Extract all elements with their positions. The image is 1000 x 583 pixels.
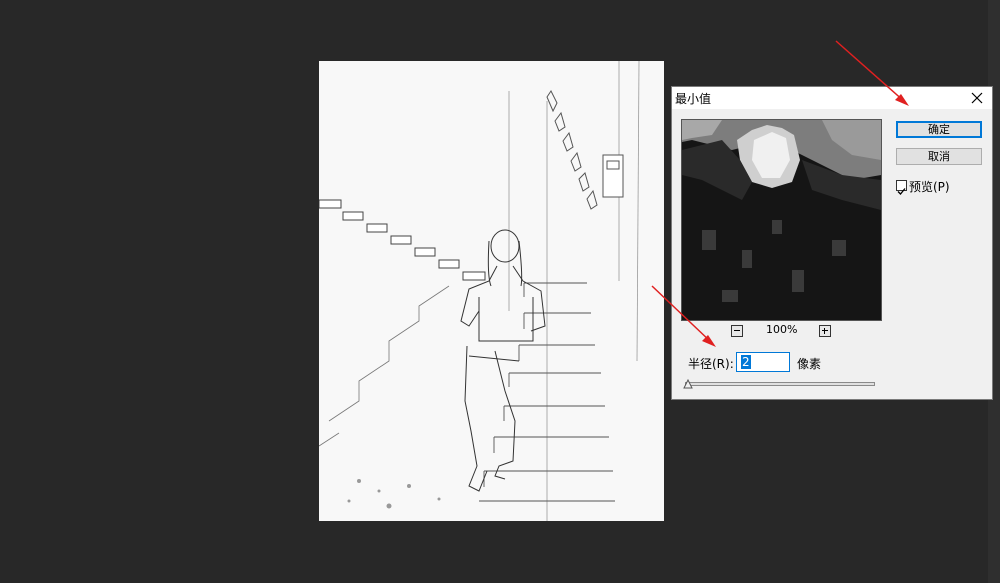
sketch-image (319, 61, 664, 521)
checkbox-box[interactable] (896, 180, 907, 195)
cancel-button[interactable]: 取消 (896, 148, 982, 165)
minimum-filter-dialog: 最小值 100% 确定 取消 预览(P) 半径(R): 2 像素 (671, 86, 993, 400)
close-icon (971, 92, 983, 104)
radius-input[interactable]: 2 (736, 352, 790, 372)
preview-label: 预览(P) (909, 180, 950, 194)
zoom-controls: 100% (672, 323, 892, 339)
unit-label: 像素 (797, 357, 822, 371)
zoom-in-icon[interactable] (819, 325, 831, 337)
ok-button[interactable]: 确定 (896, 121, 982, 138)
zoom-out-icon[interactable] (731, 325, 743, 337)
filter-preview[interactable] (681, 119, 882, 321)
zoom-level: 100% (766, 323, 798, 336)
dialog-titlebar[interactable]: 最小值 (672, 87, 992, 109)
checkmark-icon (897, 188, 906, 195)
slider-thumb-icon[interactable] (683, 379, 693, 389)
radius-slider[interactable] (685, 382, 875, 386)
dialog-title: 最小值 (675, 92, 712, 106)
close-button[interactable] (966, 87, 988, 109)
preview-image (682, 120, 881, 320)
radius-value: 2 (741, 355, 751, 369)
radius-label: 半径(R): (688, 357, 734, 371)
document-canvas[interactable] (319, 61, 664, 521)
